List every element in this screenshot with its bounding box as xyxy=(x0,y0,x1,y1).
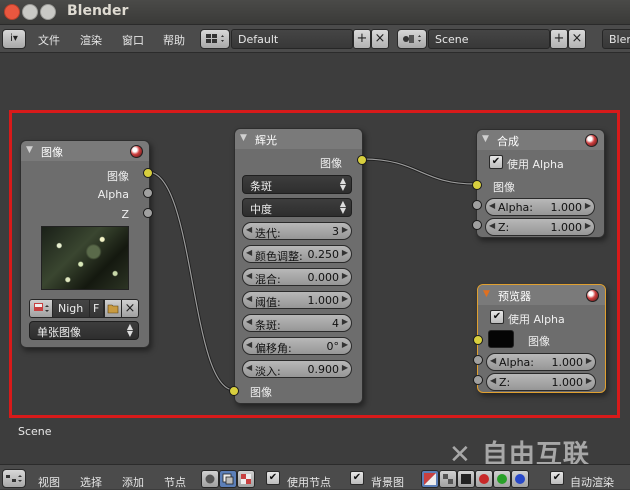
glare-output-socket[interactable] xyxy=(357,155,367,165)
glare-streaks-field[interactable]: ◀ 条斑: 4 ▶ xyxy=(242,314,352,332)
delete-screen-button[interactable]: × xyxy=(371,29,389,49)
image-thumbnail xyxy=(41,226,129,290)
image-output-socket[interactable] xyxy=(143,168,153,178)
viewer-alpha-field[interactable]: ◀ Alpha: 1.000 ▶ xyxy=(486,353,596,371)
image-node-title: 图像 xyxy=(41,146,63,159)
output-z-label: Z xyxy=(121,208,129,221)
viewer-image-socket[interactable] xyxy=(473,335,483,345)
composite-use-alpha-label: 使用 Alpha xyxy=(507,158,564,171)
menu-file[interactable]: 文件 xyxy=(38,32,60,48)
fake-user-button[interactable]: F xyxy=(89,299,104,318)
scene-name-label: Scene xyxy=(18,425,52,438)
alpha-channel-icon[interactable] xyxy=(439,470,457,488)
composite-alpha-socket[interactable] xyxy=(472,200,482,210)
preview-sphere-icon[interactable] xyxy=(130,145,143,158)
backdrop-checkbox[interactable]: ✔ xyxy=(350,471,364,485)
glare-quality-dropdown[interactable]: 中度 ▲ ▼ xyxy=(242,198,352,217)
info-header: i▾ 文件 渲染 窗口 帮助 Default + × Scene + × Ble… xyxy=(0,25,630,53)
glare-type-dropdown[interactable]: 条斑 ▲ ▼ xyxy=(242,175,352,194)
use-nodes-checkbox[interactable]: ✔ xyxy=(266,471,280,485)
glare-node-header[interactable]: ▼ 辉光 xyxy=(235,129,362,149)
screen-layout-field[interactable]: Default xyxy=(231,29,353,49)
collapse-arrow-icon[interactable]: ▼ xyxy=(483,289,490,299)
composite-use-alpha-checkbox[interactable]: ✔ xyxy=(489,155,503,169)
glare-input-socket[interactable] xyxy=(229,386,239,396)
maximize-window-button[interactable] xyxy=(40,4,56,20)
viewer-node[interactable]: ▼ 预览器 ✔ 使用 Alpha 图像 ◀ Alpha: 1.000 ▶ ◀ Z: 1.0… xyxy=(477,284,606,393)
render-engine-dropdown[interactable]: Blen xyxy=(602,29,630,49)
open-folder-icon[interactable] xyxy=(104,299,122,318)
glare-node[interactable]: ▼ 辉光 图像 条斑 ▲ ▼ 中度 ▲ ▼ ◀ 迭代: 3 ▶ ◀ 颜色调整: 0.250 ▶ ◀ 混… xyxy=(234,128,363,404)
menu-help[interactable]: 帮助 xyxy=(163,32,185,48)
minimize-window-button[interactable] xyxy=(22,4,38,20)
node-editor-header: 视图 选择 添加 节点 ✔ 使用节点 ✔ 背景图 ✔ 自动渲染 xyxy=(0,464,630,489)
glare-iterations-field[interactable]: ◀ 迭代: 3 ▶ xyxy=(242,222,352,240)
image-browse-button[interactable] xyxy=(29,299,53,318)
shader-nodes-icon[interactable] xyxy=(201,470,219,488)
close-window-button[interactable] xyxy=(4,4,20,20)
composite-alpha-field[interactable]: ◀ Alpha: 1.000 ▶ xyxy=(485,198,595,216)
window-title: Blender xyxy=(67,3,129,19)
glare-node-title: 辉光 xyxy=(255,134,277,147)
viewer-use-alpha-checkbox[interactable]: ✔ xyxy=(490,310,504,324)
image-node-header[interactable]: ▼ 图像 xyxy=(21,141,149,161)
glare-threshold-field[interactable]: ◀ 阈值: 1.000 ▶ xyxy=(242,291,352,309)
unlink-image-button[interactable]: × xyxy=(121,299,139,318)
collapse-arrow-icon[interactable]: ▼ xyxy=(26,145,33,155)
viewer-node-title: 预览器 xyxy=(498,290,531,303)
add-scene-button[interactable]: + xyxy=(550,29,568,49)
compositing-nodes-icon[interactable] xyxy=(219,470,237,488)
composite-image-socket[interactable] xyxy=(472,180,482,190)
add-screen-button[interactable]: + xyxy=(353,29,371,49)
image-node[interactable]: ▼ 图像 图像 Alpha Z Nigh F × 单张图像 ▲ ▼ xyxy=(20,140,150,348)
scene-icon[interactable] xyxy=(397,29,427,49)
menu-window[interactable]: 窗口 xyxy=(122,32,144,48)
image-name-field[interactable]: Nigh xyxy=(52,299,90,318)
viewer-z-socket[interactable] xyxy=(473,375,483,385)
composite-node[interactable]: ▼ 合成 ✔ 使用 Alpha 图像 ◀ Alpha: 1.000 ▶ ◀ Z: 1.00… xyxy=(476,129,605,238)
green-channel-icon[interactable] xyxy=(493,470,511,488)
node-editor-type-icon[interactable] xyxy=(2,469,26,488)
output-image-label: 图像 xyxy=(107,170,129,183)
window-titlebar: Blender xyxy=(0,0,630,25)
composite-node-header[interactable]: ▼ 合成 xyxy=(477,130,604,150)
output-alpha-label: Alpha xyxy=(97,188,129,201)
viewer-node-header[interactable]: ▼ 预览器 xyxy=(478,285,605,305)
composite-node-title: 合成 xyxy=(497,135,519,148)
screen-layout-icon[interactable] xyxy=(200,29,230,49)
delete-scene-button[interactable]: × xyxy=(568,29,586,49)
backdrop-channels-icon[interactable] xyxy=(421,470,439,488)
red-channel-icon[interactable] xyxy=(475,470,493,488)
preview-sphere-icon[interactable] xyxy=(586,289,599,302)
collapse-arrow-icon[interactable]: ▼ xyxy=(482,134,489,144)
menu-render[interactable]: 渲染 xyxy=(80,32,102,48)
composite-z-field[interactable]: ◀ Z: 1.000 ▶ xyxy=(485,218,595,236)
black-white-channel-icon[interactable] xyxy=(457,470,475,488)
image-source-dropdown[interactable]: 单张图像 ▲ ▼ xyxy=(29,321,139,340)
viewer-preview-swatch xyxy=(488,330,514,348)
composite-z-socket[interactable] xyxy=(472,220,482,230)
blue-channel-icon[interactable] xyxy=(511,470,529,488)
viewer-alpha-socket[interactable] xyxy=(473,355,483,365)
viewer-input-label: 图像 xyxy=(528,335,550,348)
glare-output-label: 图像 xyxy=(320,157,342,170)
alpha-output-socket[interactable] xyxy=(143,188,153,198)
glare-input-label: 图像 xyxy=(250,386,272,399)
viewer-use-alpha-label: 使用 Alpha xyxy=(508,313,565,326)
glare-color-modulation-field[interactable]: ◀ 颜色调整: 0.250 ▶ xyxy=(242,245,352,263)
preview-sphere-icon[interactable] xyxy=(585,134,598,147)
scene-field[interactable]: Scene xyxy=(428,29,550,49)
z-output-socket[interactable] xyxy=(143,208,153,218)
collapse-arrow-icon[interactable]: ▼ xyxy=(240,133,247,143)
glare-angle-offset-field[interactable]: ◀ 偏移角: 0° ▶ xyxy=(242,337,352,355)
texture-nodes-icon[interactable] xyxy=(237,470,255,488)
glare-fade-field[interactable]: ◀ 淡入: 0.900 ▶ xyxy=(242,360,352,378)
glare-mix-field[interactable]: ◀ 混合: 0.000 ▶ xyxy=(242,268,352,286)
info-editor-type-icon[interactable]: i▾ xyxy=(2,29,26,49)
composite-input-label: 图像 xyxy=(493,181,515,194)
viewer-z-field[interactable]: ◀ Z: 1.000 ▶ xyxy=(486,373,596,391)
auto-render-checkbox[interactable]: ✔ xyxy=(550,471,564,485)
